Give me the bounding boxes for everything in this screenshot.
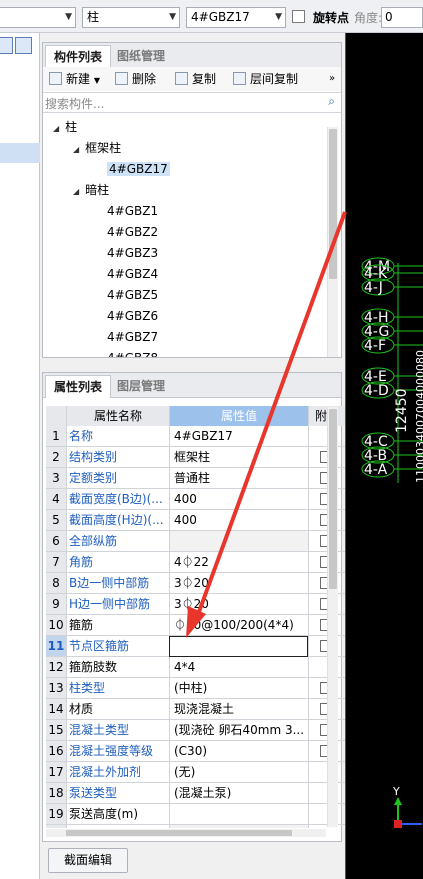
- annotation-arrow-head-icon: [186, 606, 206, 638]
- annotation-arrow-line: [194, 211, 347, 621]
- annotation-arrow-overlay: [186, 211, 347, 638]
